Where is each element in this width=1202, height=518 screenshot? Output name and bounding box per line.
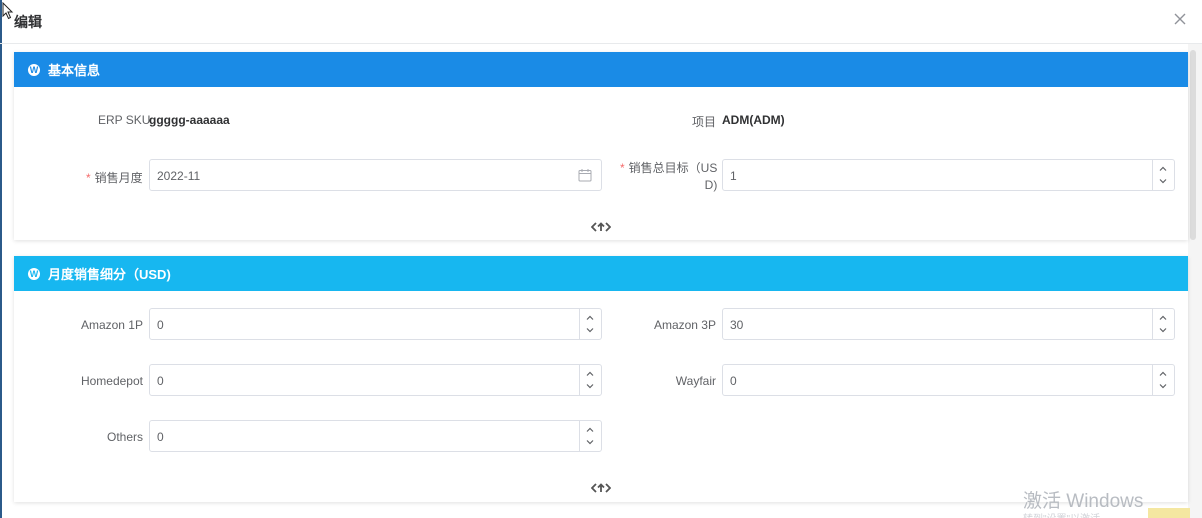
chevron-up-icon[interactable] (1158, 313, 1168, 323)
sales-target-label-line2: D) (704, 178, 718, 192)
sales-month-label-text: 销售月度 (94, 171, 143, 185)
basic-info-header: W 基本信息 (14, 52, 1188, 87)
dialog-header: 编辑 (0, 0, 1202, 44)
project-label: 项目 (692, 115, 717, 129)
chevron-down-icon[interactable] (1158, 381, 1168, 391)
project-value: ADM(ADM) (722, 113, 785, 127)
amazon-1p-input[interactable]: 0 (149, 308, 602, 340)
amazon-3p-input[interactable]: 30 (722, 308, 1175, 340)
monthly-breakdown-header: W 月度销售细分（USD) (14, 256, 1188, 291)
chevron-up-icon[interactable] (1158, 369, 1168, 379)
amazon-1p-label: Amazon 1P (80, 318, 143, 332)
window-edge (0, 0, 2, 518)
chevron-down-icon[interactable] (585, 381, 595, 391)
chevron-down-icon[interactable] (585, 325, 595, 335)
wayfair-label: Wayfair (675, 374, 716, 388)
homedepot-label: Homedepot (80, 374, 143, 388)
wayfair-stepper[interactable] (1152, 365, 1174, 395)
sales-month-picker[interactable]: 2022-11 (149, 159, 602, 191)
chevron-up-icon[interactable] (585, 369, 595, 379)
chevron-down-icon[interactable] (585, 437, 595, 447)
monthly-breakdown-title: 月度销售细分（USD) (48, 267, 171, 282)
sales-target-input[interactable]: 1 (722, 159, 1175, 191)
highlight-tag (1148, 508, 1190, 518)
sales-target-label: * 销售总目标（US D) (620, 160, 717, 194)
others-input[interactable]: 0 (149, 420, 602, 452)
erp-sku-label: ERP SKU (98, 113, 151, 127)
wp-icon: W (28, 63, 40, 76)
close-icon[interactable] (1172, 11, 1188, 27)
sales-month-label: * 销售月度 (86, 169, 143, 186)
wp-icon: W (28, 267, 40, 280)
basic-info-panel: W 基本信息 ERP SKU ggggg-aaaaaa 项目 ADM(ADM) … (14, 52, 1188, 240)
amazon-1p-value: 0 (157, 318, 164, 332)
required-mark: * (620, 161, 625, 175)
chevron-up-icon[interactable] (585, 425, 595, 435)
amazon-3p-stepper[interactable] (1152, 309, 1174, 339)
wayfair-input[interactable]: 0 (722, 364, 1175, 396)
sales-target-value: 1 (730, 169, 737, 183)
sales-month-value: 2022-11 (157, 169, 201, 183)
collapse-icon[interactable] (591, 221, 611, 233)
required-mark: * (86, 171, 91, 185)
others-value: 0 (157, 430, 164, 444)
amazon-3p-value: 30 (730, 318, 744, 332)
monthly-breakdown-panel: W 月度销售细分（USD) Amazon 1P 0 Amazon 3P 30 H… (14, 256, 1188, 502)
homedepot-input[interactable]: 0 (149, 364, 602, 396)
sales-target-label-line1: 销售总目标（US (628, 161, 718, 175)
others-label: Others (106, 430, 143, 444)
homedepot-value: 0 (157, 374, 164, 388)
erp-sku-value: ggggg-aaaaaa (149, 113, 230, 127)
chevron-down-icon[interactable] (1158, 325, 1168, 335)
dialog-title: 编辑 (14, 14, 42, 30)
windows-activation-subtext: 转到"设置"以激活 (1023, 510, 1100, 518)
basic-info-title: 基本信息 (48, 63, 101, 78)
wayfair-value: 0 (730, 374, 737, 388)
amazon-1p-stepper[interactable] (579, 309, 601, 339)
scrollbar-thumb[interactable] (1190, 50, 1196, 240)
chevron-up-icon[interactable] (1158, 164, 1168, 174)
homedepot-stepper[interactable] (579, 365, 601, 395)
calendar-icon (578, 169, 592, 182)
windows-activation-watermark: 激活 Windows (1023, 491, 1144, 512)
chevron-down-icon[interactable] (1158, 176, 1168, 186)
mouse-cursor-icon (2, 2, 14, 20)
chevron-up-icon[interactable] (585, 313, 595, 323)
others-stepper[interactable] (579, 421, 601, 451)
collapse-icon[interactable] (591, 482, 611, 494)
sales-target-stepper[interactable] (1152, 160, 1174, 190)
amazon-3p-label: Amazon 3P (653, 318, 716, 332)
